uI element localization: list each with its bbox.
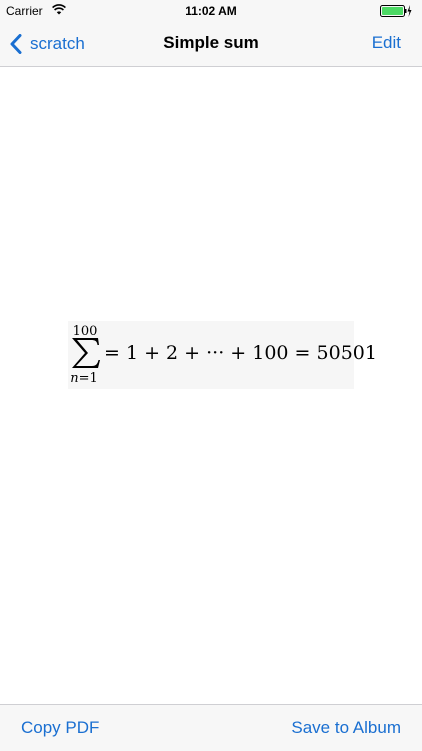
status-bar: Carrier 11:02 AM — [0, 0, 422, 22]
charging-bolt-icon — [407, 5, 412, 17]
navigation-bar: scratch Simple sum Edit — [0, 22, 422, 67]
copy-pdf-button[interactable]: Copy PDF — [21, 718, 99, 738]
summation-sign-icon — [72, 338, 100, 368]
sum-lower-value: =1 — [78, 371, 98, 386]
status-time: 11:02 AM — [185, 4, 237, 18]
sum-lower-limit: n=1 — [68, 371, 100, 386]
page-title: Simple sum — [163, 33, 259, 52]
document-canvas: 100 n=1 = 1 + 2 + ··· + 100 = 50501 — [0, 67, 422, 704]
save-to-album-button[interactable]: Save to Album — [291, 718, 401, 738]
sum-index-variable: n — [70, 371, 79, 386]
formula-display: 100 n=1 = 1 + 2 + ··· + 100 = 50501 — [68, 321, 377, 389]
edit-button[interactable]: Edit — [372, 33, 401, 53]
formula-expression: = 1 + 2 + ··· + 100 = 50501 — [104, 342, 377, 364]
bottom-toolbar: Copy PDF Save to Album — [0, 704, 422, 751]
battery-icon — [380, 5, 412, 17]
